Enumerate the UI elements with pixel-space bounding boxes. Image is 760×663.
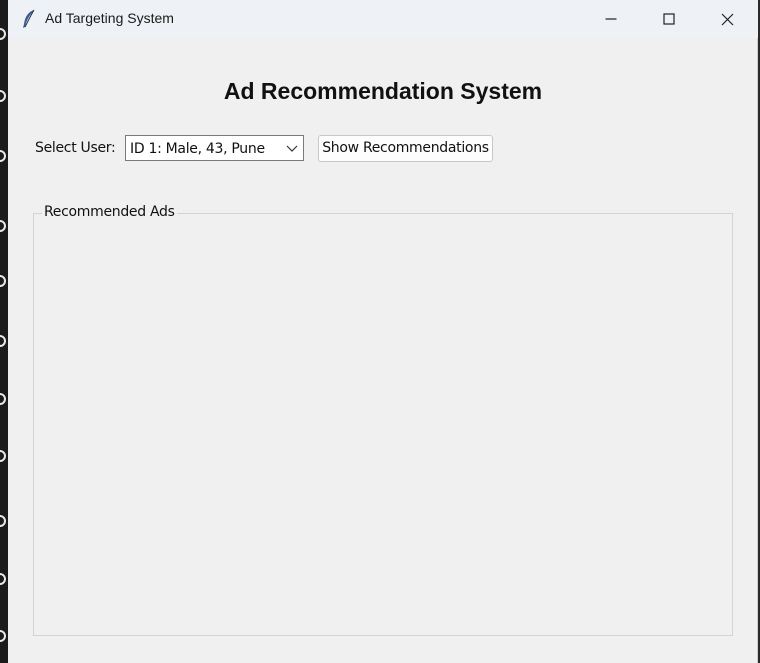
desktop-icon	[0, 150, 6, 162]
feather-icon	[23, 9, 35, 28]
recommended-ads-group: Recommended Ads	[33, 204, 733, 636]
page-title: Ad Recommendation System	[223, 78, 543, 104]
desktop-background	[0, 0, 8, 663]
select-user-label: Select User:	[35, 140, 116, 156]
window-title: Ad Targeting System	[45, 10, 174, 26]
close-button[interactable]	[698, 0, 756, 38]
maximize-button[interactable]	[640, 0, 698, 38]
minimize-icon	[605, 18, 617, 20]
desktop-icon	[0, 573, 6, 585]
desktop-icon	[0, 335, 6, 347]
user-select[interactable]: ID 1: Male, 43, Pune	[125, 135, 304, 161]
desktop-icon	[0, 90, 6, 102]
user-select-value: ID 1: Male, 43, Pune	[130, 141, 265, 157]
desktop-icon	[0, 275, 6, 287]
window-content: Ad Recommendation System Select User: ID…	[8, 38, 758, 663]
minimize-button[interactable]	[582, 0, 640, 38]
show-recommendations-button[interactable]: Show Recommendations	[318, 135, 493, 162]
title-bar[interactable]: Ad Targeting System	[8, 0, 758, 38]
desktop-icon	[0, 450, 6, 462]
close-icon	[721, 13, 733, 25]
app-window: Ad Targeting System Ad Recommendation Sy…	[8, 0, 758, 663]
recommended-ads-label: Recommended Ads	[42, 204, 177, 220]
desktop-icon	[0, 220, 6, 232]
desktop-icon	[0, 393, 6, 405]
desktop-icon	[0, 28, 6, 40]
maximize-icon	[663, 13, 675, 25]
chevron-down-icon	[286, 145, 298, 152]
desktop-icon	[0, 630, 6, 642]
desktop-icon	[0, 515, 6, 527]
